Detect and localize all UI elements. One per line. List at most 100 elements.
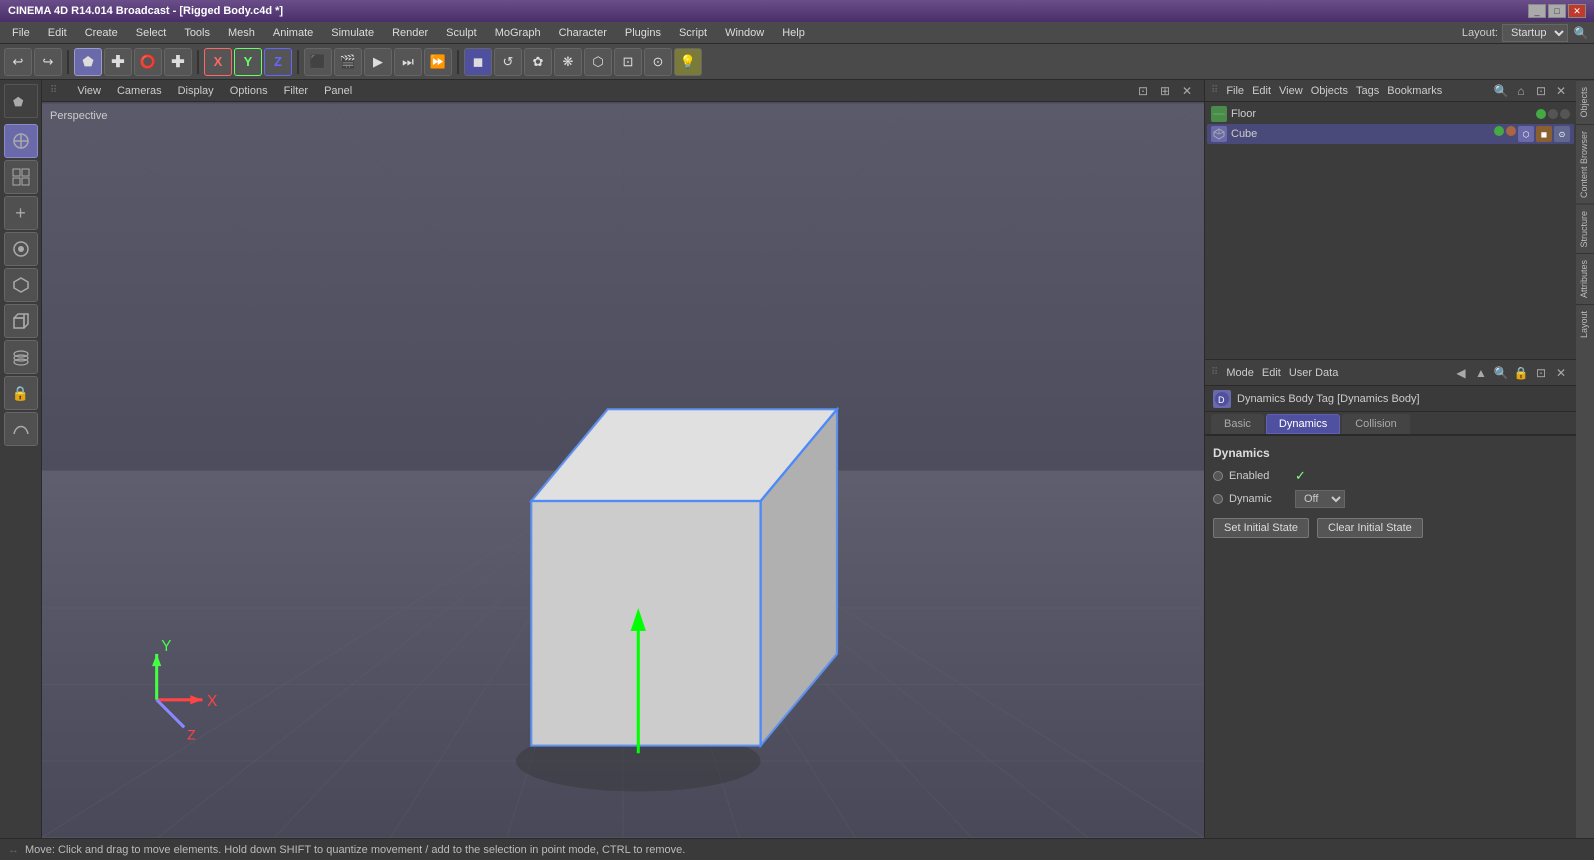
attr-back-icon[interactable]: ◀ xyxy=(1452,364,1470,382)
maximize-button[interactable]: □ xyxy=(1548,4,1566,18)
sidebar-move-btn[interactable] xyxy=(4,124,38,158)
viewport[interactable]: Perspective xyxy=(42,102,1204,838)
vp-menu-display[interactable]: Display xyxy=(178,85,214,97)
cube-tag-icon[interactable]: ⬡ xyxy=(1518,126,1534,142)
sidebar-hex-btn[interactable] xyxy=(4,268,38,302)
menu-window[interactable]: Window xyxy=(717,25,772,41)
scale-tool-button[interactable]: ✚ xyxy=(104,48,132,76)
left-view-button[interactable]: ❋ xyxy=(554,48,582,76)
z-axis-button[interactable]: Z xyxy=(264,48,292,76)
viewport-close-icon[interactable]: ✕ xyxy=(1178,82,1196,100)
viewport-maximize-icon[interactable]: ⊞ xyxy=(1156,82,1174,100)
record-button[interactable]: ▶ xyxy=(364,48,392,76)
attr-tab-dynamics[interactable]: Dynamics xyxy=(1266,414,1340,434)
object-row-cube[interactable]: Cube ⬡ ◼ ⊙ xyxy=(1207,124,1574,144)
attr-lock-icon[interactable]: 🔒 xyxy=(1512,364,1530,382)
enabled-radio[interactable] xyxy=(1213,471,1223,481)
attr-maximize-icon[interactable]: ⊡ xyxy=(1532,364,1550,382)
menu-tools[interactable]: Tools xyxy=(176,25,218,41)
transform-button[interactable]: ✚ xyxy=(164,48,192,76)
x-axis-button[interactable]: X xyxy=(204,48,232,76)
attr-menu-userdata[interactable]: User Data xyxy=(1289,367,1339,379)
layout-select[interactable]: Startup xyxy=(1502,24,1568,42)
attr-menu-mode[interactable]: Mode xyxy=(1226,367,1254,379)
menu-render[interactable]: Render xyxy=(384,25,436,41)
sidebar-layers-btn[interactable] xyxy=(4,340,38,374)
film-button[interactable]: 🎬 xyxy=(334,48,362,76)
camera-button[interactable]: ⊙ xyxy=(644,48,672,76)
menu-mesh[interactable]: Mesh xyxy=(220,25,263,41)
minimize-button[interactable]: _ xyxy=(1528,4,1546,18)
bottom-view-button[interactable]: ⊡ xyxy=(614,48,642,76)
obj-close-icon[interactable]: ✕ xyxy=(1552,82,1570,100)
sidebar-cube-btn[interactable] xyxy=(4,304,38,338)
rotate-tool-button[interactable]: ⭕ xyxy=(134,48,162,76)
sidebar-plus-btn[interactable]: + xyxy=(4,196,38,230)
obj-menu-tags[interactable]: Tags xyxy=(1356,85,1379,97)
front-view-button[interactable]: ◼ xyxy=(464,48,492,76)
viewport-layout-icon[interactable]: ⊡ xyxy=(1134,82,1152,100)
menu-file[interactable]: File xyxy=(4,25,38,41)
layout-area: Layout: Startup 🔍 xyxy=(1462,24,1590,42)
undo-button[interactable]: ↩ xyxy=(4,48,32,76)
cube-physics-icon[interactable]: ⊙ xyxy=(1554,126,1570,142)
attr-tab-collision[interactable]: Collision xyxy=(1342,414,1410,434)
attr-search-icon[interactable]: 🔍 xyxy=(1492,364,1510,382)
right-view-button[interactable]: ✿ xyxy=(524,48,552,76)
attr-up-icon[interactable]: ▲ xyxy=(1472,364,1490,382)
right-tab-objects[interactable]: Objects xyxy=(1576,80,1594,124)
vp-menu-filter[interactable]: Filter xyxy=(284,85,308,97)
menu-plugins[interactable]: Plugins xyxy=(617,25,669,41)
vp-menu-panel[interactable]: Panel xyxy=(324,85,352,97)
top-view-button[interactable]: ⬡ xyxy=(584,48,612,76)
menu-create[interactable]: Create xyxy=(77,25,126,41)
redo-button[interactable]: ↪ xyxy=(34,48,62,76)
obj-home-icon[interactable]: ⌂ xyxy=(1512,82,1530,100)
menu-sculpt[interactable]: Sculpt xyxy=(438,25,485,41)
keyframe-button[interactable]: ⏩ xyxy=(424,48,452,76)
obj-menu-objects[interactable]: Objects xyxy=(1311,85,1348,97)
object-row-floor[interactable]: Floor xyxy=(1207,104,1574,124)
attr-tab-basic[interactable]: Basic xyxy=(1211,414,1264,434)
obj-menu-file[interactable]: File xyxy=(1226,85,1244,97)
obj-maximize-icon[interactable]: ⊡ xyxy=(1532,82,1550,100)
attr-menu-edit[interactable]: Edit xyxy=(1262,367,1281,379)
menu-help[interactable]: Help xyxy=(774,25,813,41)
vp-menu-cameras[interactable]: Cameras xyxy=(117,85,162,97)
search-icon[interactable]: 🔍 xyxy=(1572,24,1590,42)
sidebar-lock-btn[interactable]: 🔒 xyxy=(4,376,38,410)
right-tab-layout[interactable]: Layout xyxy=(1576,304,1594,344)
menu-character[interactable]: Character xyxy=(551,25,615,41)
sidebar-circle-btn[interactable] xyxy=(4,232,38,266)
obj-menu-bookmarks[interactable]: Bookmarks xyxy=(1387,85,1442,97)
menu-script[interactable]: Script xyxy=(671,25,715,41)
clear-initial-state-button[interactable]: Clear Initial State xyxy=(1317,518,1423,538)
perspective-button[interactable]: ⬛ xyxy=(304,48,332,76)
light-button[interactable]: 💡 xyxy=(674,48,702,76)
menu-mograph[interactable]: MoGraph xyxy=(487,25,549,41)
right-tab-structure[interactable]: Structure xyxy=(1576,204,1594,254)
obj-menu-view[interactable]: View xyxy=(1279,85,1303,97)
attr-close-icon[interactable]: ✕ xyxy=(1552,364,1570,382)
sidebar-spline-btn[interactable] xyxy=(4,412,38,446)
set-initial-state-button[interactable]: Set Initial State xyxy=(1213,518,1309,538)
menu-select[interactable]: Select xyxy=(128,25,175,41)
menu-animate[interactable]: Animate xyxy=(265,25,321,41)
dynamic-dropdown[interactable]: Off On xyxy=(1295,490,1345,508)
obj-menu-edit[interactable]: Edit xyxy=(1252,85,1271,97)
dynamic-radio[interactable] xyxy=(1213,494,1223,504)
obj-search-icon[interactable]: 🔍 xyxy=(1492,82,1510,100)
y-axis-button[interactable]: Y xyxy=(234,48,262,76)
move-tool-button[interactable]: ⬟ xyxy=(74,48,102,76)
menu-simulate[interactable]: Simulate xyxy=(323,25,382,41)
right-tab-content-browser[interactable]: Content Browser xyxy=(1576,124,1594,204)
cube-material-icon[interactable]: ◼ xyxy=(1536,126,1552,142)
animation-button[interactable]: ⏭ xyxy=(394,48,422,76)
back-view-button[interactable]: ↺ xyxy=(494,48,522,76)
vp-menu-options[interactable]: Options xyxy=(230,85,268,97)
menu-edit[interactable]: Edit xyxy=(40,25,75,41)
sidebar-grid-btn[interactable] xyxy=(4,160,38,194)
right-tab-attributes[interactable]: Attributes xyxy=(1576,253,1594,304)
vp-menu-view[interactable]: View xyxy=(77,85,101,97)
close-button[interactable]: ✕ xyxy=(1568,4,1586,18)
